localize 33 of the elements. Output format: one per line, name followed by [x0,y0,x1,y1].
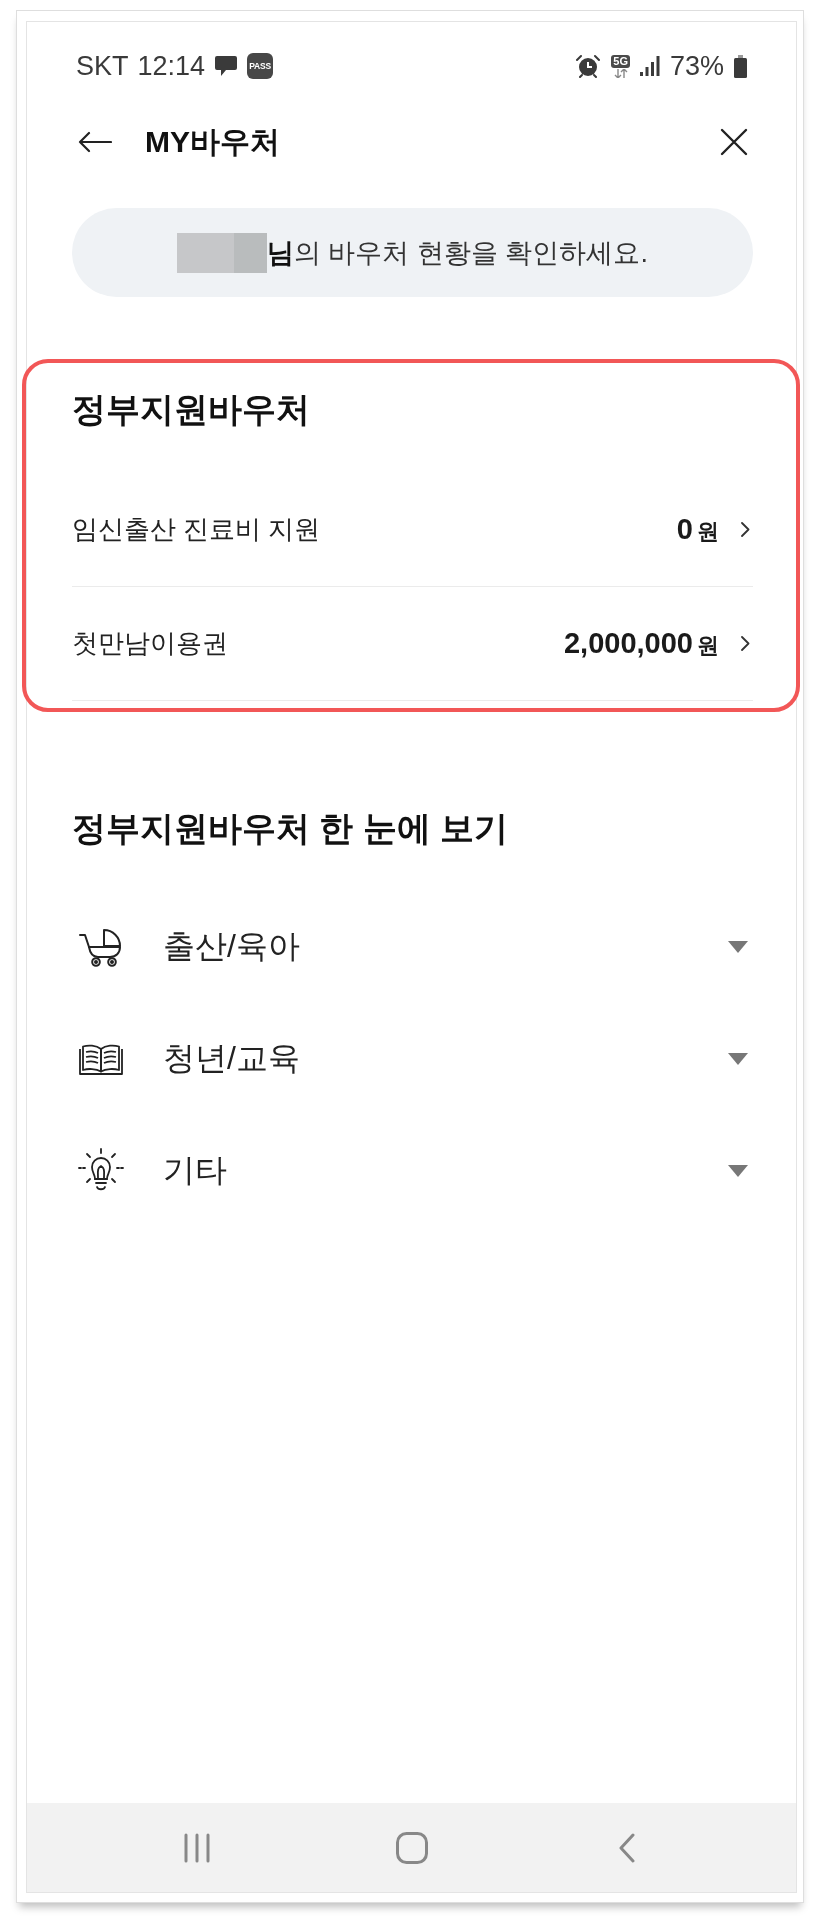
signal-icon [639,56,660,76]
section-title: 정부지원바우처 한 눈에 보기 [72,808,510,848]
recent-apps-icon[interactable] [183,1832,210,1863]
category-label[interactable]: 청년/교육 [163,1037,728,1081]
section-title: 정부지원바우처 [72,389,311,429]
message-icon [214,55,239,77]
clock-time: 12:14 [137,50,206,82]
voucher-amount: 0 원 [676,512,719,547]
back-icon[interactable] [617,1832,636,1863]
caret-icon[interactable] [728,1165,748,1177]
data-arrows-icon [613,68,628,78]
page-title: MY바우처 [145,123,280,160]
stroller-icon [79,927,123,967]
battery-icon [734,54,747,78]
battery-percent: 73% [669,50,724,82]
category-label[interactable]: 기타 [163,1149,728,1193]
home-icon[interactable] [395,1831,428,1864]
notification-badge: PASS [247,53,274,79]
voucher-amount: 2,000,000 원 [564,626,719,661]
network-type-label: 5G [611,54,630,68]
caret-icon[interactable] [728,1053,748,1065]
chevron-right-icon[interactable] [741,522,750,537]
voucher-name: 첫만남이용권 [72,627,229,660]
open-book-icon [78,1042,124,1076]
chevron-right-icon[interactable] [741,636,750,651]
category-label[interactable]: 출산/육아 [163,925,728,969]
voucher-name: 임신출산 진료비 지원 [72,513,322,546]
alarm-clock-icon [575,54,602,78]
caret-icon[interactable] [728,941,748,953]
carrier-name: SKT [76,50,129,82]
banner-text: 님의 바우처 현황을 확인하세요. [267,236,648,270]
back-arrow-icon[interactable] [78,131,112,153]
close-icon[interactable] [720,128,748,156]
